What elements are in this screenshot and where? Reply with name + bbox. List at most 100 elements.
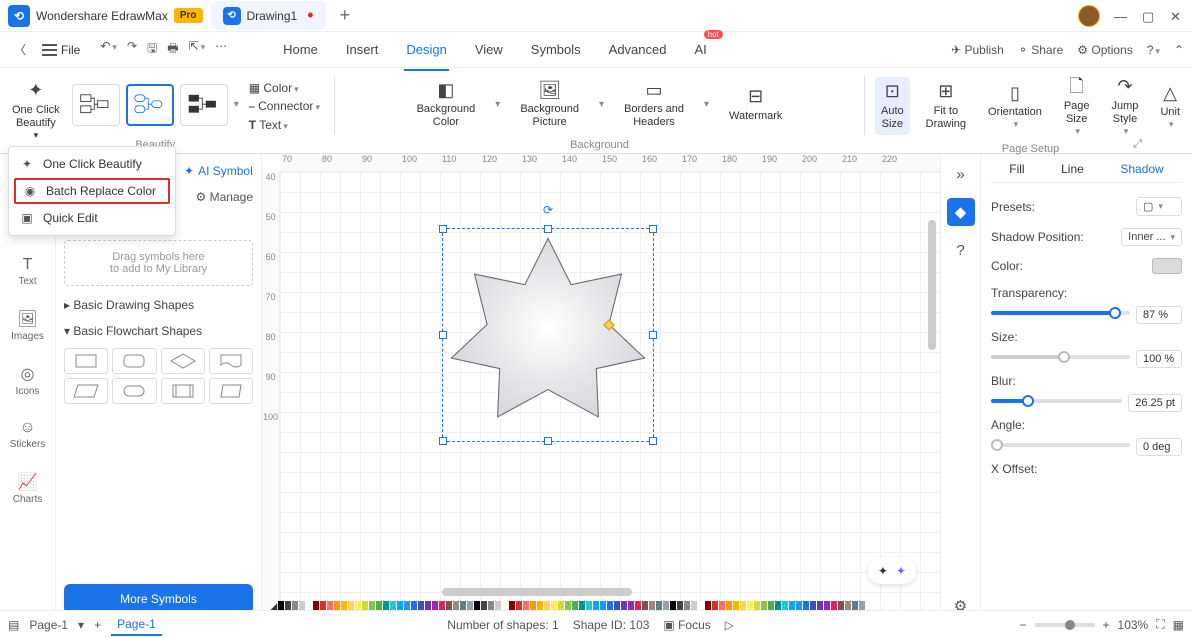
resize-mr[interactable]	[649, 331, 657, 339]
style-more-button[interactable]: ▾	[234, 99, 239, 110]
zoom-out[interactable]: −	[1020, 618, 1027, 632]
page-label[interactable]: Page-1	[29, 618, 68, 632]
help-button[interactable]: ?	[1147, 43, 1160, 57]
page-add[interactable]: +	[94, 618, 101, 632]
position-dropdown[interactable]: Inner ...	[1121, 228, 1182, 246]
angle-value[interactable]: 0 deg	[1136, 438, 1182, 456]
resize-br[interactable]	[649, 437, 657, 445]
canvas-vscroll[interactable]	[928, 220, 936, 350]
shape-roundrect[interactable]	[112, 348, 156, 374]
tab-insert[interactable]: Insert	[344, 36, 381, 63]
tab-ai[interactable]: AIhot	[692, 36, 708, 63]
borders-button[interactable]: ▭Borders and Headers	[618, 76, 690, 134]
expand-right-icon[interactable]: »	[947, 160, 975, 188]
bg-color-caret[interactable]: ▾	[495, 99, 500, 110]
publish-button[interactable]: ✈ Publish	[951, 43, 1004, 57]
angle-slider[interactable]	[991, 443, 1130, 447]
selection-box[interactable]: ⟳	[442, 228, 654, 442]
resize-tr[interactable]	[649, 225, 657, 233]
present-button[interactable]: ▷	[725, 618, 734, 632]
resize-bm[interactable]	[544, 437, 552, 445]
redo-button[interactable]: ↷	[127, 39, 137, 60]
size-value[interactable]: 100 %	[1136, 350, 1182, 368]
sidebar-charts[interactable]: 📈Charts	[9, 468, 46, 509]
manage-button[interactable]: ⚙ Manage	[196, 190, 253, 204]
zoom-value[interactable]: 103%	[1118, 618, 1149, 632]
shape-terminator[interactable]	[112, 378, 156, 404]
shape-para[interactable]	[64, 378, 108, 404]
file-menu[interactable]: File	[36, 39, 86, 61]
presets-dropdown[interactable]: ▢	[1136, 197, 1182, 216]
float-beautify-icon[interactable]: ✦	[878, 564, 888, 578]
page-prev[interactable]: ▾	[78, 618, 84, 632]
layout-icon[interactable]: ▦	[1173, 618, 1184, 632]
rotate-handle[interactable]: ⟳	[543, 203, 553, 217]
tab-view[interactable]: View	[473, 36, 505, 63]
auto-size-button[interactable]: ⊡Auto Size	[875, 77, 910, 135]
page-tab[interactable]: Page-1	[111, 614, 162, 636]
resize-ml[interactable]	[439, 331, 447, 339]
jump-style-button[interactable]: ↷Jump Style	[1106, 72, 1145, 141]
canvas[interactable]: 7080901001101201301401501601701801902002…	[262, 154, 940, 620]
focus-button[interactable]: ▣ Focus	[663, 618, 710, 632]
pagesetup-expand-icon[interactable]: ⤢	[1133, 138, 1142, 151]
prop-tab-shadow[interactable]: Shadow	[1120, 162, 1163, 176]
ai-symbol-button[interactable]: ✦ AI Symbol	[184, 160, 253, 182]
share-button[interactable]: ⚬ Share	[1018, 43, 1063, 57]
resize-bl[interactable]	[439, 437, 447, 445]
sidebar-text[interactable]: TText	[14, 252, 40, 291]
tab-home[interactable]: Home	[281, 36, 320, 63]
star-shape[interactable]	[443, 229, 653, 441]
color-dropdown[interactable]: ▦ Color	[245, 80, 324, 96]
tab-advanced[interactable]: Advanced	[607, 36, 669, 63]
connector-dropdown[interactable]: ⎯ Connector	[245, 98, 324, 115]
shape-doc[interactable]	[209, 348, 253, 374]
drag-area[interactable]: Drag symbols here to add to My Library	[64, 240, 253, 286]
shadow-color-chip[interactable]	[1152, 258, 1182, 274]
page-size-button[interactable]: 🗋Page Size	[1058, 72, 1096, 141]
canvas-hscroll[interactable]	[442, 588, 632, 596]
basic-shapes-header[interactable]: ▸ Basic Drawing Shapes	[64, 292, 253, 318]
style-option-2[interactable]	[126, 84, 174, 126]
blur-value[interactable]: 26.25 pt	[1128, 394, 1182, 412]
style-option-3[interactable]	[180, 84, 228, 126]
tab-symbols[interactable]: Symbols	[529, 36, 583, 63]
style-panel-icon[interactable]: ◆	[947, 198, 975, 226]
size-slider[interactable]	[991, 355, 1130, 359]
bg-picture-button[interactable]: 🖼Background Picture	[514, 76, 585, 134]
shape-data[interactable]	[209, 378, 253, 404]
shape-rect[interactable]	[64, 348, 108, 374]
undo-button[interactable]: ↶	[100, 39, 117, 60]
document-tab[interactable]: ⟲ Drawing1 •	[211, 1, 326, 30]
orientation-button[interactable]: ▯Orientation	[982, 79, 1048, 135]
float-ai-icon[interactable]: ✦	[896, 564, 906, 578]
bg-pic-caret[interactable]: ▾	[599, 99, 604, 110]
sidebar-icons[interactable]: ◎Icons	[12, 360, 44, 401]
options-button[interactable]: ⚙ Options	[1077, 43, 1132, 57]
resize-tm[interactable]	[544, 225, 552, 233]
text-dropdown[interactable]: T Text	[245, 117, 324, 133]
shape-diamond[interactable]	[161, 348, 205, 374]
flowchart-shapes-header[interactable]: ▾ Basic Flowchart Shapes	[64, 318, 253, 344]
sidebar-stickers[interactable]: ☺Stickers	[6, 415, 50, 454]
transparency-slider[interactable]	[991, 311, 1130, 315]
unit-button[interactable]: △Unit	[1154, 79, 1186, 135]
maximize-button[interactable]: ▢	[1142, 9, 1156, 23]
sidebar-images[interactable]: 🖼Images	[7, 305, 48, 346]
prop-tab-line[interactable]: Line	[1061, 162, 1084, 176]
close-button[interactable]: ✕	[1170, 9, 1184, 23]
bg-color-button[interactable]: ◧Background Color	[411, 76, 482, 134]
zoom-in[interactable]: +	[1103, 618, 1110, 632]
tab-design[interactable]: Design	[404, 36, 448, 63]
style-option-1[interactable]	[72, 84, 120, 126]
fit-drawing-button[interactable]: ⊞Fit to Drawing	[920, 77, 972, 135]
help-panel-icon[interactable]: ?	[947, 236, 975, 264]
blur-slider[interactable]	[991, 399, 1122, 403]
minimize-button[interactable]: —	[1114, 9, 1128, 23]
watermark-button[interactable]: ⊟Watermark	[723, 82, 788, 127]
print-button[interactable]: 🖶	[167, 39, 178, 60]
add-tab-button[interactable]: +	[332, 5, 359, 26]
dropdown-one-click[interactable]: ✦One Click Beautify	[9, 151, 175, 177]
more-menu[interactable]: ⋯	[215, 39, 227, 60]
borders-caret[interactable]: ▾	[704, 99, 709, 110]
